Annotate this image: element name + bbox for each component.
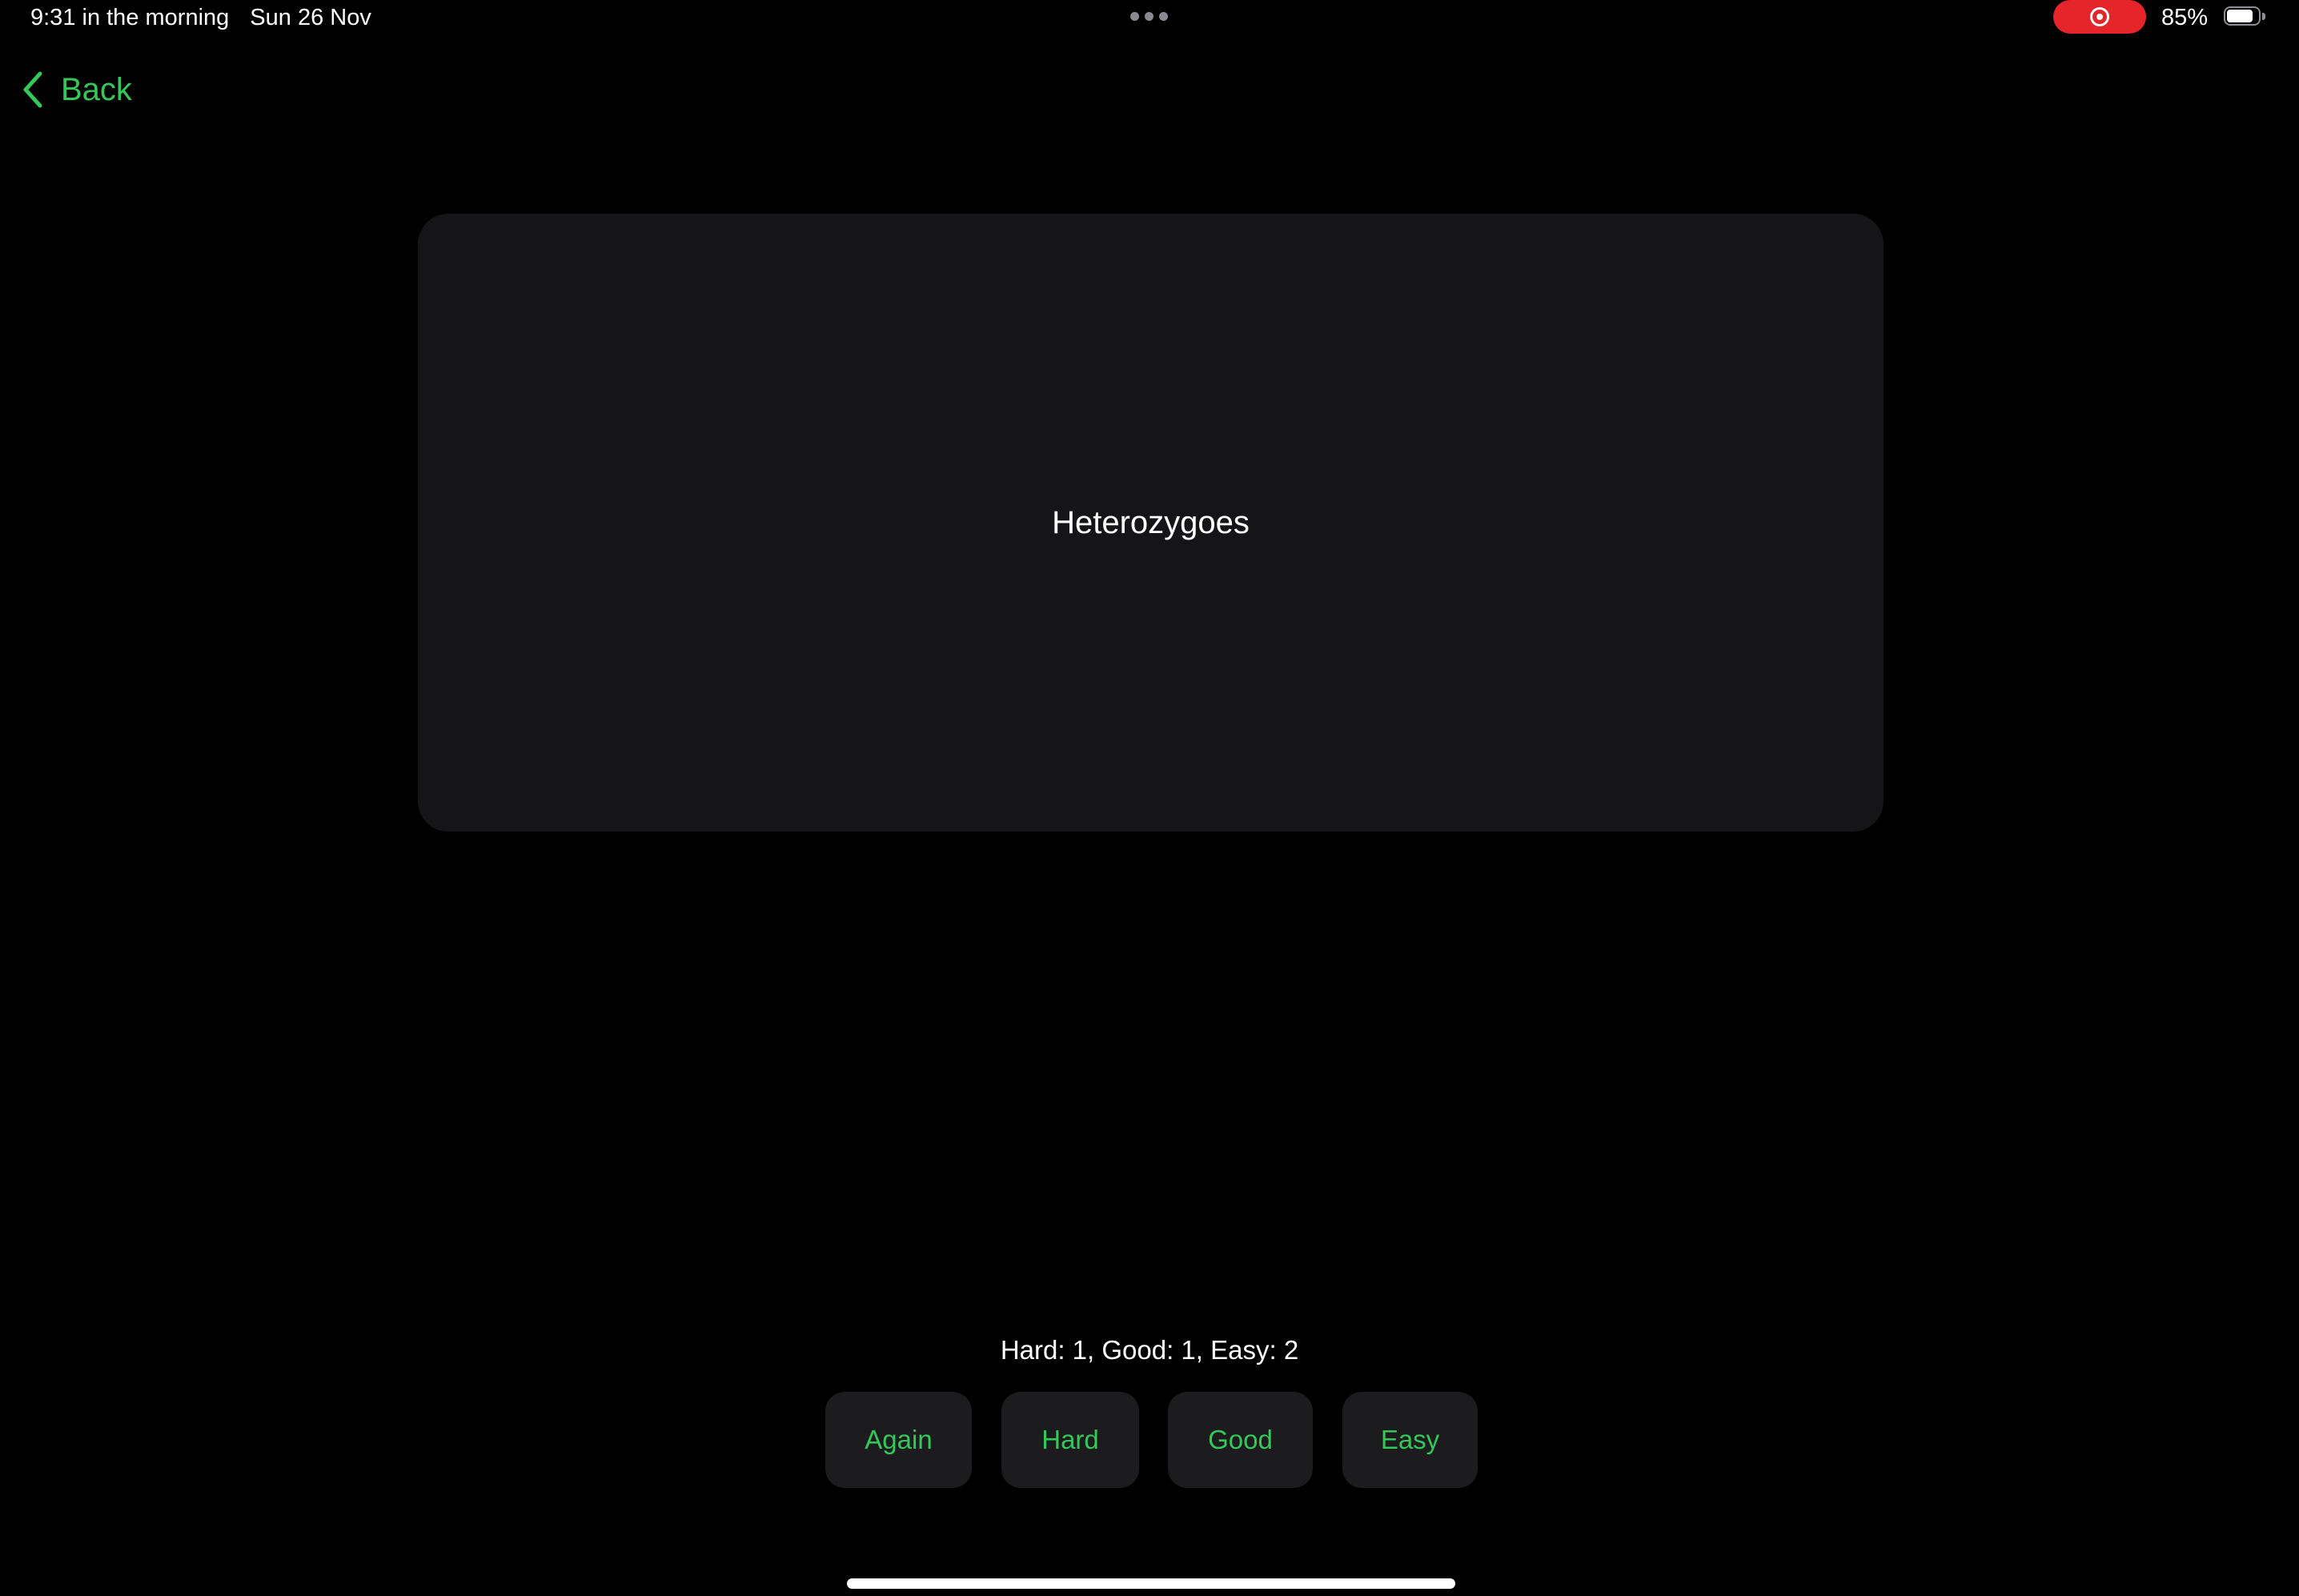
multitasking-menu-icon[interactable] — [1130, 12, 1168, 21]
chevron-left-icon — [23, 71, 42, 108]
again-button[interactable]: Again — [825, 1392, 972, 1488]
status-bar-time-date: 9:31 in the morning Sun 26 Nov — [30, 2, 371, 34]
back-button-label: Back — [61, 71, 132, 107]
back-button[interactable]: Back — [21, 67, 132, 112]
review-intervals-text: Hard: 1, Good: 1, Easy: 2 — [1000, 1335, 1299, 1365]
hard-button[interactable]: Hard — [1001, 1392, 1139, 1488]
screen-recording-indicator[interactable] — [2053, 0, 2146, 34]
record-icon — [2090, 7, 2109, 26]
battery-icon — [2224, 6, 2261, 26]
status-time: 9:31 in the morning — [30, 4, 230, 30]
flashcard-review-screen: 9:31 in the morning Sun 26 Nov 85% Back … — [0, 0, 2299, 1596]
battery-percentage: 85% — [2161, 4, 2209, 30]
status-date: Sun 26 Nov — [250, 4, 371, 30]
flashcard-front-text: Heterozygoes — [1052, 504, 1250, 540]
flashcard[interactable]: Heterozygoes — [418, 214, 1884, 832]
battery-tip — [2262, 13, 2265, 20]
good-button[interactable]: Good — [1168, 1392, 1313, 1488]
home-indicator[interactable] — [847, 1578, 1455, 1589]
easy-button[interactable]: Easy — [1342, 1392, 1478, 1488]
